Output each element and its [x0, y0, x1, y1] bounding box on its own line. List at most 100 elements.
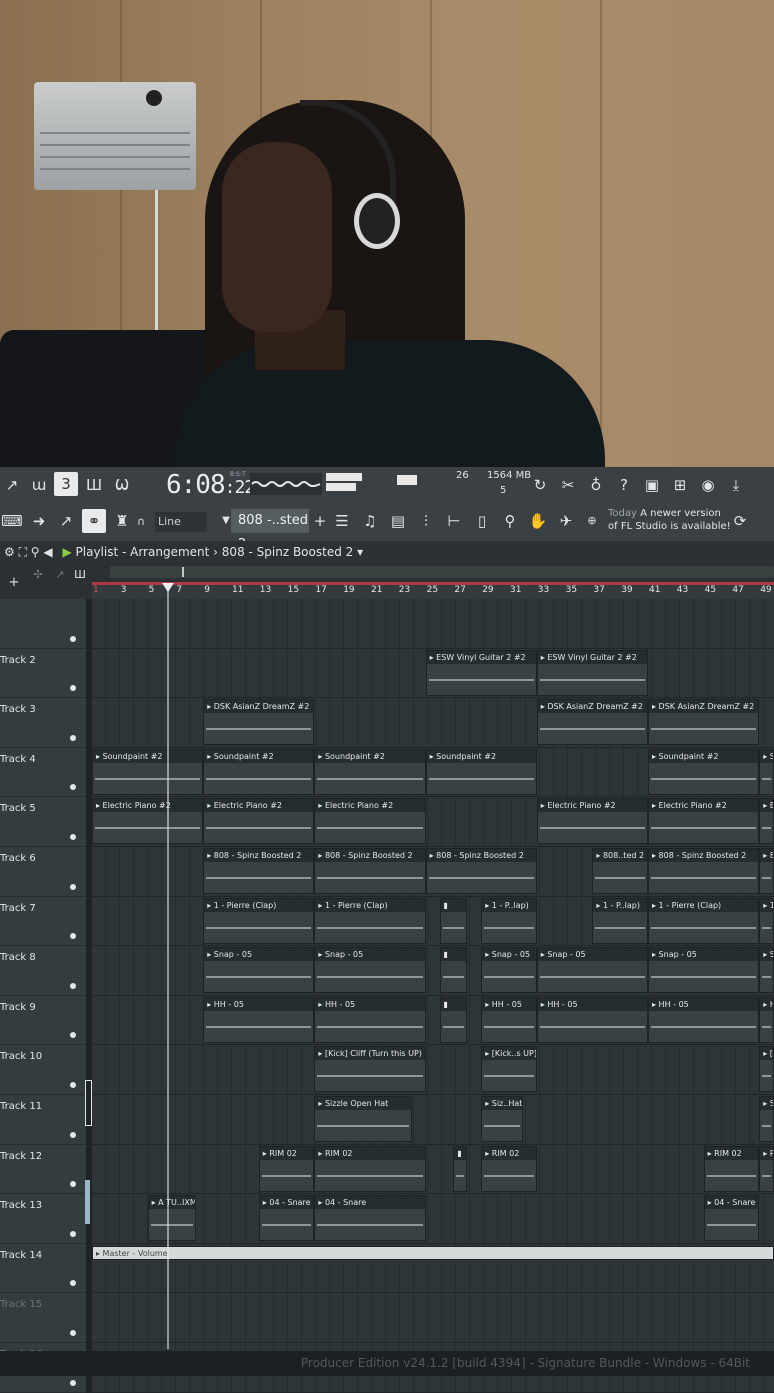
pattern-clip[interactable]: ▸ 1 - Pierre (Clap) — [314, 897, 426, 944]
track-header[interactable]: Track 6 — [0, 847, 86, 897]
pattern-clip[interactable]: ▸ Electric Piano #2 — [92, 798, 204, 845]
track-header[interactable]: Track 4 — [0, 747, 86, 798]
track-header[interactable]: Track 7 — [0, 896, 86, 947]
pattern-clip[interactable]: ▸ S — [759, 748, 774, 795]
track-mute-toggle[interactable] — [70, 883, 76, 890]
pitch-bend-icon[interactable]: ↗ — [0, 473, 24, 497]
pattern-clip[interactable]: ▸ H — [759, 996, 774, 1043]
track-lane[interactable]: ▸ 1 - Pierre (Clap) ▸ 1 - Pierre (Clap) ▮ ▸… — [92, 896, 774, 947]
track-lane[interactable]: ▸ 808 - Spinz Boosted 2 ▸ 808 - Spinz Boo… — [92, 847, 774, 897]
track-lane[interactable]: ▸ ESW Vinyl Guitar 2 #2 ▸ ESW Vinyl Guita… — [92, 648, 774, 699]
save-icon[interactable]: ▣ — [640, 473, 664, 497]
touch-keyboard-icon[interactable]: ✋ — [526, 509, 550, 533]
cut-icon[interactable]: ✂ — [556, 473, 580, 497]
pattern-clip[interactable]: ▸ RIM 02 — [703, 1145, 760, 1192]
pattern-clip[interactable]: ▸ 04 - Snare — [314, 1195, 426, 1242]
pattern-clip[interactable]: ▸ Sizzle Open Hat — [314, 1096, 412, 1142]
track-lane[interactable]: ▸ Sizzle Open Hat ▸ Siz..Hat ▸ S — [92, 1095, 774, 1145]
render-icon[interactable]: ⊞ — [668, 473, 692, 497]
track-lane[interactable]: ▸ DSK AsianZ DreamZ #2 ▸ DSK AsianZ Dream… — [92, 698, 774, 748]
pattern-clip[interactable]: ▸ HH - 05 — [648, 996, 760, 1043]
step-edit-icon[interactable]: Ш — [82, 473, 106, 497]
add-track-icon[interactable]: + — [2, 571, 26, 595]
pattern-clip[interactable]: ▸ Electric Piano #2 — [314, 798, 426, 845]
pattern-clip[interactable]: ▸ HH - 05 — [203, 996, 315, 1043]
browser-icon[interactable]: ⊢ — [442, 509, 466, 533]
track-lane[interactable]: ▸ [Kick] Cliff (Turn this UP) ▸ [Kick..s … — [92, 1045, 774, 1095]
track-lane[interactable]: ▸ HH - 05 ▸ HH - 05 ▮ ▸ HH - 05 ▸ HH - 05 ▸ H… — [92, 995, 774, 1046]
track-lane[interactable]: ▸ RIM 02▸ RIM 02▮▸ RIM 02▸ RIM 02▸ R — [92, 1144, 774, 1195]
timeline-ruler[interactable]: 1 3 5 7 9 11 13 15 17 19 21 23 25 27 29 31 33 35 37 39 41 43 4… — [92, 582, 774, 599]
pattern-clip[interactable]: ▸ 1 - P..lap) — [592, 897, 648, 944]
pattern-selector[interactable]: 808 -..sted 2 — [231, 509, 309, 552]
playlist-pattern[interactable]: 808 - Spinz Boosted 2 — [222, 545, 353, 559]
link-icon[interactable]: ⚭ — [82, 509, 106, 533]
track-mute-toggle[interactable] — [70, 734, 76, 741]
track-mute-toggle[interactable] — [70, 1329, 76, 1336]
track-mute-toggle[interactable] — [70, 1230, 76, 1237]
pattern-clip[interactable]: ▸ Soundpaint #2 — [425, 748, 537, 795]
track-lane[interactable] — [92, 599, 774, 649]
pattern-clip[interactable]: ▸ S — [759, 1096, 774, 1142]
pattern-clip[interactable]: ▸ RIM 02 — [258, 1145, 315, 1192]
track-mute-toggle[interactable] — [70, 982, 76, 989]
pattern-clip[interactable]: ▸ 04 - Snare — [703, 1195, 760, 1242]
pattern-clip[interactable]: ▸ 1 — [759, 897, 774, 944]
track-header[interactable]: Track 10 — [0, 1045, 86, 1095]
pattern-clip[interactable]: ▸ Snap - 05 — [648, 947, 760, 994]
pattern-clip[interactable]: ▸ 808 - Spinz Boosted 2 — [203, 848, 315, 894]
track-lane[interactable]: ▸ Snap - 05 ▸ Snap - 05 ▮ ▸ Snap - 05 ▸ Snap… — [92, 946, 774, 996]
pencil-icon[interactable]: ↗ — [54, 509, 78, 533]
track-header[interactable]: Track 12 — [0, 1144, 86, 1195]
pattern-clip[interactable]: ▸ Soundpaint #2 — [314, 748, 426, 795]
track-mute-toggle[interactable] — [70, 635, 76, 642]
pattern-clip[interactable]: ▸ Electric Piano #2 — [648, 798, 760, 845]
track-header[interactable]: Track 15 — [0, 1293, 86, 1343]
pattern-clip[interactable]: ▸ Electric Piano #2 — [536, 798, 648, 845]
track-header[interactable]: Track 2 — [0, 648, 86, 699]
track-lane[interactable]: ▸ Electric Piano #2 ▸ Electric Piano #2 ▸ … — [92, 797, 774, 847]
track-mute-toggle[interactable] — [70, 1032, 76, 1039]
download-icon[interactable]: ⤓ — [724, 473, 748, 497]
pattern-clip[interactable]: ▸ 808 - Spinz Boosted 2 — [425, 848, 537, 894]
pattern-clip[interactable]: ▮ — [439, 996, 468, 1043]
track-header[interactable] — [0, 599, 86, 649]
track-header[interactable]: Track 3 — [0, 698, 86, 748]
pattern-clip[interactable]: ▸ [ — [759, 1046, 774, 1093]
pattern-clip[interactable]: ▸ E — [759, 798, 774, 845]
typing-keyboard-icon[interactable]: ⌨ — [0, 509, 24, 533]
pattern-clip[interactable]: ▸ Siz..Hat — [481, 1096, 523, 1142]
track-mute-toggle[interactable] — [70, 1280, 76, 1287]
pattern-clip[interactable]: ▮ — [439, 897, 468, 944]
pattern-clip[interactable]: ▸ HH - 05 — [314, 996, 426, 1043]
pattern-clip[interactable]: ▸ Soundpaint #2 — [92, 748, 204, 795]
track-mute-toggle[interactable] — [70, 784, 76, 791]
pattern-clip[interactable]: ▸ Soundpaint #2 — [203, 748, 315, 795]
track-header[interactable]: Track 5 — [0, 797, 86, 847]
track-mute-toggle[interactable] — [70, 1081, 76, 1088]
snap-magnet-icon[interactable]: ∩ — [137, 512, 145, 532]
project-icon[interactable]: ▯ — [470, 509, 494, 533]
pattern-clip[interactable]: ▮ — [453, 1145, 468, 1192]
track-lane[interactable]: ▸ Master - Volume — [92, 1243, 774, 1294]
track-mute-toggle[interactable] — [70, 1181, 76, 1188]
mixer-icon[interactable]: ⫶ — [414, 509, 438, 533]
track-header[interactable]: Track 13 — [0, 1194, 86, 1244]
countdown-icon[interactable]: 3 — [54, 472, 78, 496]
stamp-icon[interactable]: ♜ — [110, 509, 134, 533]
pattern-clip[interactable]: ▸ 808 - Spinz Boosted 2 — [314, 848, 426, 894]
pattern-clip[interactable]: ▸ Snap - 05 — [481, 947, 537, 994]
pattern-clip[interactable]: ▸ 04 - Snare — [258, 1195, 315, 1242]
pattern-clip[interactable]: ▸ Snap - 05 — [536, 947, 648, 994]
pattern-clip[interactable]: ▸ DSK AsianZ DreamZ #2 — [648, 699, 760, 746]
tempo-tapper-icon[interactable]: ✈ — [554, 509, 578, 533]
loop-record-icon[interactable]: Ѡ — [110, 473, 134, 497]
track-header[interactable]: Track 11 — [0, 1095, 86, 1145]
pattern-clip[interactable]: ▸ ESW Vinyl Guitar 2 #2 — [425, 649, 537, 696]
pattern-clip[interactable]: ▸ [Kick] Cliff (Turn this UP) — [314, 1046, 426, 1093]
update-icon[interactable]: ⟳ — [728, 509, 752, 533]
pattern-clip[interactable]: ▸ DSK AsianZ DreamZ #2 — [203, 699, 315, 746]
pattern-clip[interactable]: ▸ Snap - 05 — [203, 947, 315, 994]
piano-roll-icon[interactable]: ♫ — [358, 509, 382, 533]
playlist-tools-icon[interactable]: ⚙ ⛶ ⚲ ◀ — [4, 545, 53, 559]
